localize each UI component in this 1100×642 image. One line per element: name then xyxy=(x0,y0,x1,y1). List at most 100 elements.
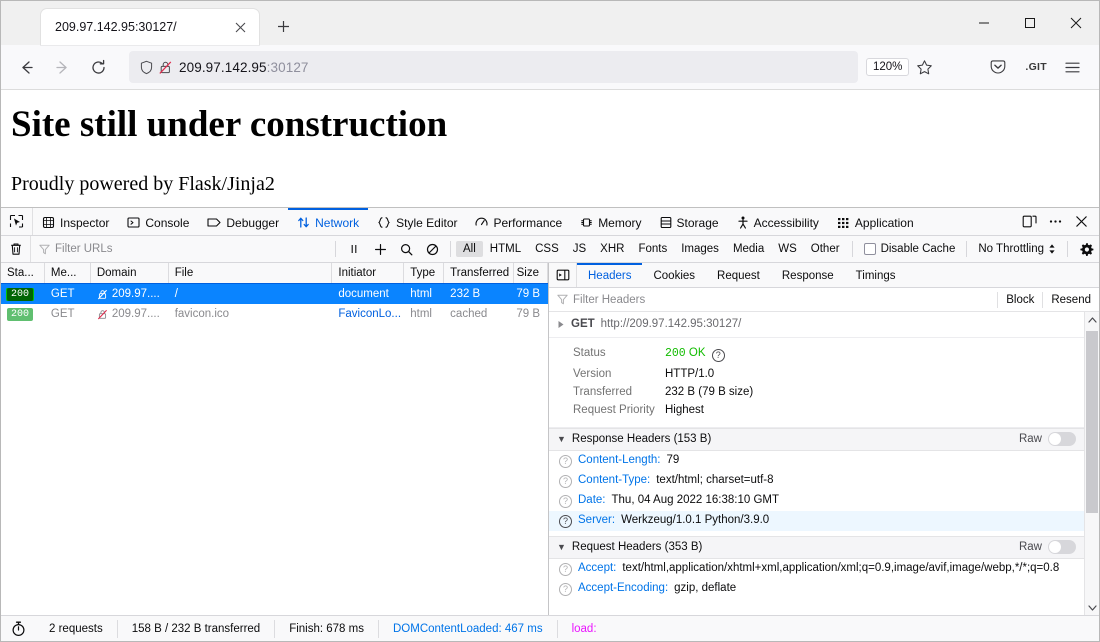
details-tab-headers[interactable]: Headers xyxy=(577,263,643,287)
help-icon[interactable]: ? xyxy=(559,474,572,488)
column-header-status[interactable]: Sta... xyxy=(1,263,45,283)
new-tab-button[interactable] xyxy=(267,11,299,41)
expand-triangle-icon[interactable] xyxy=(557,320,565,329)
header-row[interactable]: ? Server: Werkzeug/1.0.1 Python/3.9.0 xyxy=(549,510,1084,531)
zoom-level-badge[interactable]: 120% xyxy=(865,58,910,76)
scrollbar-track[interactable] xyxy=(1085,327,1099,600)
column-header-transferred[interactable]: Transferred xyxy=(444,263,515,283)
tab-debugger[interactable]: Debugger xyxy=(198,208,288,235)
close-window-icon[interactable] xyxy=(1053,1,1099,45)
close-icon[interactable] xyxy=(229,16,251,38)
tab-performance[interactable]: Performance xyxy=(466,208,571,235)
browser-tab[interactable]: 209.97.142.95:30127/ xyxy=(41,9,259,45)
insecure-lock-icon[interactable] xyxy=(158,60,173,75)
filter-type-ws[interactable]: WS xyxy=(771,241,804,257)
collapse-triangle-icon[interactable]: ▼ xyxy=(557,542,566,552)
hamburger-menu-icon[interactable] xyxy=(1055,51,1089,83)
header-row[interactable]: ? Content-Type: text/html; charset=utf-8 xyxy=(549,471,1084,491)
throttling-select[interactable]: No Throttling xyxy=(972,243,1062,255)
table-row[interactable]: 200 GET 209.97.... / document html 232 B xyxy=(1,284,548,304)
url-text[interactable]: 209.97.142.95:30127 xyxy=(179,60,309,75)
filter-type-other[interactable]: Other xyxy=(804,241,847,257)
column-header-type[interactable]: Type xyxy=(404,263,445,283)
filter-type-images[interactable]: Images xyxy=(674,241,726,257)
element-picker-icon[interactable] xyxy=(1,208,33,235)
search-icon[interactable] xyxy=(393,238,419,260)
row-initiator[interactable]: FaviconLo... xyxy=(332,308,404,320)
resend-button[interactable]: Resend xyxy=(1042,291,1099,308)
column-header-size[interactable]: Size xyxy=(514,263,548,283)
scroll-down-arrow-icon[interactable] xyxy=(1087,600,1097,615)
more-options-icon[interactable] xyxy=(1043,210,1067,234)
tab-inspector[interactable]: Inspector xyxy=(33,208,118,235)
pocket-icon[interactable] xyxy=(981,51,1015,83)
details-tab-cookies[interactable]: Cookies xyxy=(642,263,706,287)
import-har-icon[interactable] xyxy=(367,238,393,260)
pause-icon[interactable] xyxy=(341,238,367,260)
tab-accessibility[interactable]: Accessibility xyxy=(728,208,828,235)
filter-type-js[interactable]: JS xyxy=(566,241,593,257)
filter-type-media[interactable]: Media xyxy=(726,241,771,257)
details-tab-response[interactable]: Response xyxy=(771,263,845,287)
table-row[interactable]: 200 GET 209.97.... favicon.ico FaviconLo… xyxy=(1,304,548,324)
request-headers-section-header[interactable]: ▼ Request Headers (353 B) Raw xyxy=(549,535,1084,559)
shield-icon[interactable] xyxy=(139,60,154,75)
stopwatch-icon[interactable] xyxy=(1,621,35,637)
help-icon[interactable]: ? xyxy=(559,562,572,576)
toggle-details-sidebar-icon[interactable] xyxy=(549,263,577,287)
column-header-domain[interactable]: Domain xyxy=(91,263,169,283)
tab-memory[interactable]: Memory xyxy=(571,208,650,235)
tab-application[interactable]: Application xyxy=(828,208,923,235)
response-headers-section-header[interactable]: ▼ Response Headers (153 B) Raw xyxy=(549,427,1084,451)
collapse-triangle-icon[interactable]: ▼ xyxy=(557,434,566,444)
column-header-file[interactable]: File xyxy=(169,263,333,283)
toggle-switch[interactable] xyxy=(1048,540,1076,554)
header-row[interactable]: ? Accept-Encoding: gzip, deflate xyxy=(549,579,1084,599)
filter-type-html[interactable]: HTML xyxy=(483,241,528,257)
filter-type-xhr[interactable]: XHR xyxy=(593,241,631,257)
minimize-icon[interactable] xyxy=(961,1,1007,45)
tab-storage[interactable]: Storage xyxy=(651,208,728,235)
filter-type-all[interactable]: All xyxy=(456,241,483,257)
header-row[interactable]: ? Content-Length: 79 xyxy=(549,451,1084,471)
disable-cache-checkbox[interactable]: Disable Cache xyxy=(858,243,962,255)
filter-type-css[interactable]: CSS xyxy=(528,241,566,257)
forward-icon[interactable] xyxy=(45,51,79,83)
column-header-method[interactable]: Me... xyxy=(45,263,91,283)
clear-requests-icon[interactable] xyxy=(1,236,31,262)
help-icon[interactable]: ? xyxy=(559,582,572,596)
row-initiator[interactable]: document xyxy=(332,288,404,300)
url-bar[interactable]: 209.97.142.95:30127 xyxy=(129,51,858,83)
site-identity[interactable] xyxy=(135,60,179,75)
help-icon[interactable]: ? xyxy=(559,514,572,528)
tab-style-editor[interactable]: Style Editor xyxy=(368,208,466,235)
scrollbar-thumb[interactable] xyxy=(1086,331,1098,513)
responsive-design-mode-icon[interactable] xyxy=(1017,210,1041,234)
reload-icon[interactable] xyxy=(81,51,115,83)
scroll-up-arrow-icon[interactable] xyxy=(1087,312,1097,327)
block-button[interactable]: Block xyxy=(997,291,1042,308)
toggle-switch[interactable] xyxy=(1048,432,1076,446)
column-header-initiator[interactable]: Initiator xyxy=(332,263,405,283)
request-raw-toggle[interactable]: Raw xyxy=(1019,540,1076,554)
details-tab-request[interactable]: Request xyxy=(706,263,771,287)
header-row[interactable]: ? Date: Thu, 04 Aug 2022 16:38:10 GMT xyxy=(549,491,1084,511)
filter-urls-input[interactable]: Filter URLs xyxy=(31,243,330,255)
back-icon[interactable] xyxy=(9,51,43,83)
help-icon[interactable]: ? xyxy=(559,494,572,508)
header-row[interactable]: ? Accept: text/html,application/xhtml+xm… xyxy=(549,559,1084,579)
close-devtools-icon[interactable] xyxy=(1069,210,1093,234)
extension-git-button[interactable]: .GIT xyxy=(1019,61,1053,73)
help-icon[interactable]: ? xyxy=(711,348,725,362)
bookmark-star-icon[interactable] xyxy=(909,52,939,82)
response-raw-toggle[interactable]: Raw xyxy=(1019,432,1076,446)
network-settings-gear-icon[interactable] xyxy=(1073,238,1099,260)
request-summary-line[interactable]: GET http://209.97.142.95:30127/ xyxy=(549,312,1084,338)
help-icon[interactable]: ? xyxy=(559,454,572,468)
details-tab-timings[interactable]: Timings xyxy=(845,263,907,287)
block-requests-icon[interactable] xyxy=(419,238,445,260)
filter-type-fonts[interactable]: Fonts xyxy=(631,241,674,257)
filter-headers-input[interactable]: Filter Headers xyxy=(549,294,997,306)
details-scrollbar[interactable] xyxy=(1084,312,1099,615)
tab-console[interactable]: Console xyxy=(118,208,198,235)
